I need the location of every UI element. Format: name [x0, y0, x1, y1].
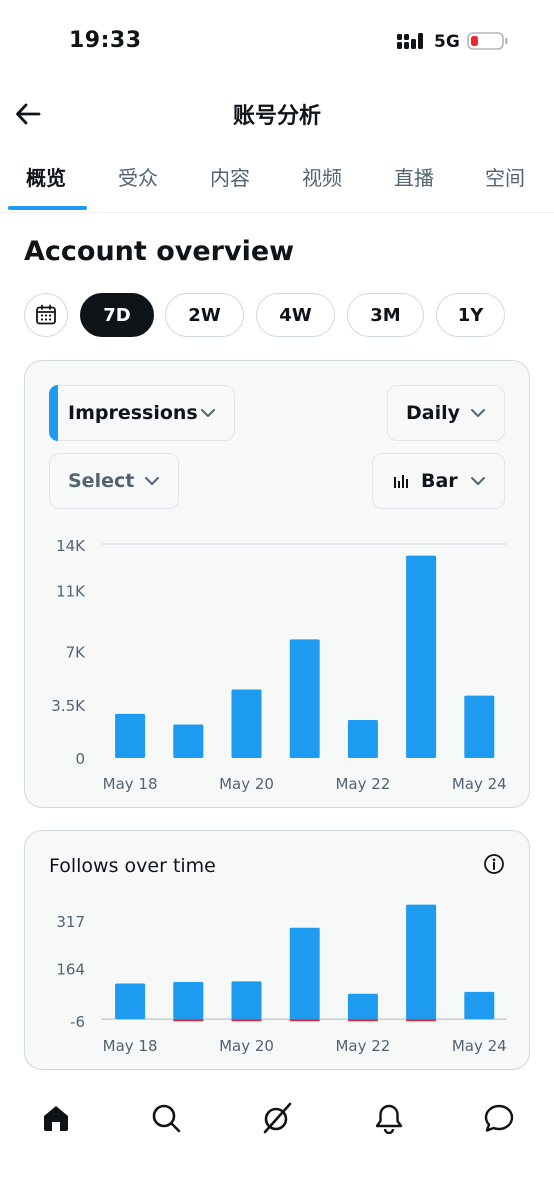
unfollows-bar	[231, 1019, 262, 1022]
x-tick-label: May 22	[335, 775, 390, 793]
calendar-icon	[36, 304, 56, 325]
metric-dropdown[interactable]: Impressions	[48, 384, 235, 441]
metric-accent-stripe	[48, 384, 58, 441]
bottom-nav	[0, 1086, 554, 1150]
nav-search[interactable]	[146, 1098, 186, 1138]
impressions-bar	[464, 695, 495, 758]
nav-notifications[interactable]	[369, 1098, 409, 1138]
follows-bar	[347, 993, 378, 1020]
bell-icon	[375, 1104, 403, 1134]
y-tick-label: 14K	[56, 537, 86, 555]
status-time: 19:33	[69, 28, 142, 53]
follows-bar	[464, 991, 495, 1020]
tab-video[interactable]: 视频	[302, 162, 342, 191]
info-icon[interactable]	[483, 853, 505, 875]
interval-dropdown[interactable]: Daily	[387, 385, 505, 441]
tab-live[interactable]: 直播	[394, 162, 434, 191]
impressions-card: Impressions Daily Select Bar 0 3.5K 7K 11K 1…	[24, 360, 530, 808]
impressions-bar	[347, 719, 378, 758]
impressions-chart: 0 3.5K 7K 11K 14K May 18 May 20 May 22 May 24	[51, 537, 507, 793]
range-3m-button[interactable]: 3M	[347, 293, 424, 337]
y-tick-label: 7K	[66, 644, 87, 662]
range-4w-button[interactable]: 4W	[256, 293, 335, 337]
follows-card: Follows over time -6 164 317 May 18 May 20 Ma…	[24, 830, 530, 1070]
chart-type-label: Bar	[421, 470, 458, 492]
status-bar: 19:33 5G	[0, 0, 554, 82]
y-tick-label: 317	[56, 913, 85, 931]
search-icon	[152, 1104, 181, 1133]
follows-card-title: Follows over time	[49, 855, 216, 877]
tab-content[interactable]: 内容	[210, 162, 250, 191]
grok-icon	[263, 1102, 292, 1134]
unfollows-bar	[289, 1019, 320, 1022]
y-tick-label: 11K	[56, 583, 86, 601]
y-tick-label: 3.5K	[51, 697, 86, 715]
page-title: 账号分析	[232, 104, 321, 129]
x-tick-label: May 20	[219, 1037, 274, 1055]
follows-bar	[115, 983, 146, 1020]
x-tick-label: May 18	[103, 775, 158, 793]
y-tick-label: 0	[75, 750, 85, 768]
tab-spaces[interactable]: 空间	[485, 162, 525, 191]
follows-chart: -6 164 317 May 18 May 20 May 22 May 24	[56, 904, 507, 1055]
chart-type-dropdown[interactable]: Bar	[372, 453, 505, 509]
tab-indicator	[8, 206, 87, 210]
compare-dropdown[interactable]: Select	[49, 453, 179, 509]
metric-label: Impressions	[68, 402, 198, 424]
x-tick-label: May 20	[219, 775, 274, 793]
unfollows-bar	[173, 1019, 204, 1022]
bar-chart-icon	[394, 475, 408, 488]
tab-bar: 概览 受众 内容 视频 直播 空间	[0, 150, 554, 213]
chevron-down-icon	[471, 477, 485, 485]
x-tick-label: May 22	[335, 1037, 390, 1055]
chevron-down-icon	[471, 409, 485, 417]
follows-bar	[289, 927, 320, 1020]
compare-label: Select	[68, 470, 135, 492]
x-tick-label: May 24	[452, 1037, 507, 1055]
follows-bar	[231, 981, 262, 1020]
y-tick-label: 164	[56, 960, 85, 978]
impressions-bar	[115, 713, 146, 758]
impressions-bar	[231, 689, 262, 758]
battery-icon	[467, 32, 508, 50]
impressions-bar	[173, 724, 204, 758]
nav-home[interactable]	[36, 1098, 76, 1138]
network-label: 5G	[434, 32, 460, 52]
range-1y-button[interactable]: 1Y	[436, 293, 505, 337]
follows-bar	[173, 981, 204, 1020]
chevron-down-icon	[145, 477, 159, 485]
x-tick-label: May 24	[452, 775, 507, 793]
chevron-down-icon	[201, 409, 215, 417]
x-tick-label: May 18	[103, 1037, 158, 1055]
section-title: Account overview	[24, 236, 295, 267]
range-2w-button[interactable]: 2W	[165, 293, 244, 337]
chat-bubble-icon	[484, 1104, 514, 1132]
interval-label: Daily	[406, 402, 461, 424]
nav-messages[interactable]	[479, 1098, 519, 1138]
follows-bar	[406, 904, 437, 1020]
unfollows-bar	[347, 1019, 378, 1022]
tab-overview[interactable]: 概览	[26, 162, 66, 191]
calendar-button[interactable]	[24, 293, 68, 337]
nav-grok[interactable]	[257, 1098, 297, 1138]
impressions-bar	[406, 555, 437, 758]
range-7d-button[interactable]: 7D	[80, 293, 154, 337]
signal-icon	[397, 33, 423, 49]
tab-audience[interactable]: 受众	[118, 162, 158, 191]
unfollows-bar	[406, 1019, 437, 1022]
impressions-bar	[289, 639, 320, 758]
home-icon	[44, 1106, 68, 1131]
y-tick-label: -6	[70, 1013, 85, 1031]
